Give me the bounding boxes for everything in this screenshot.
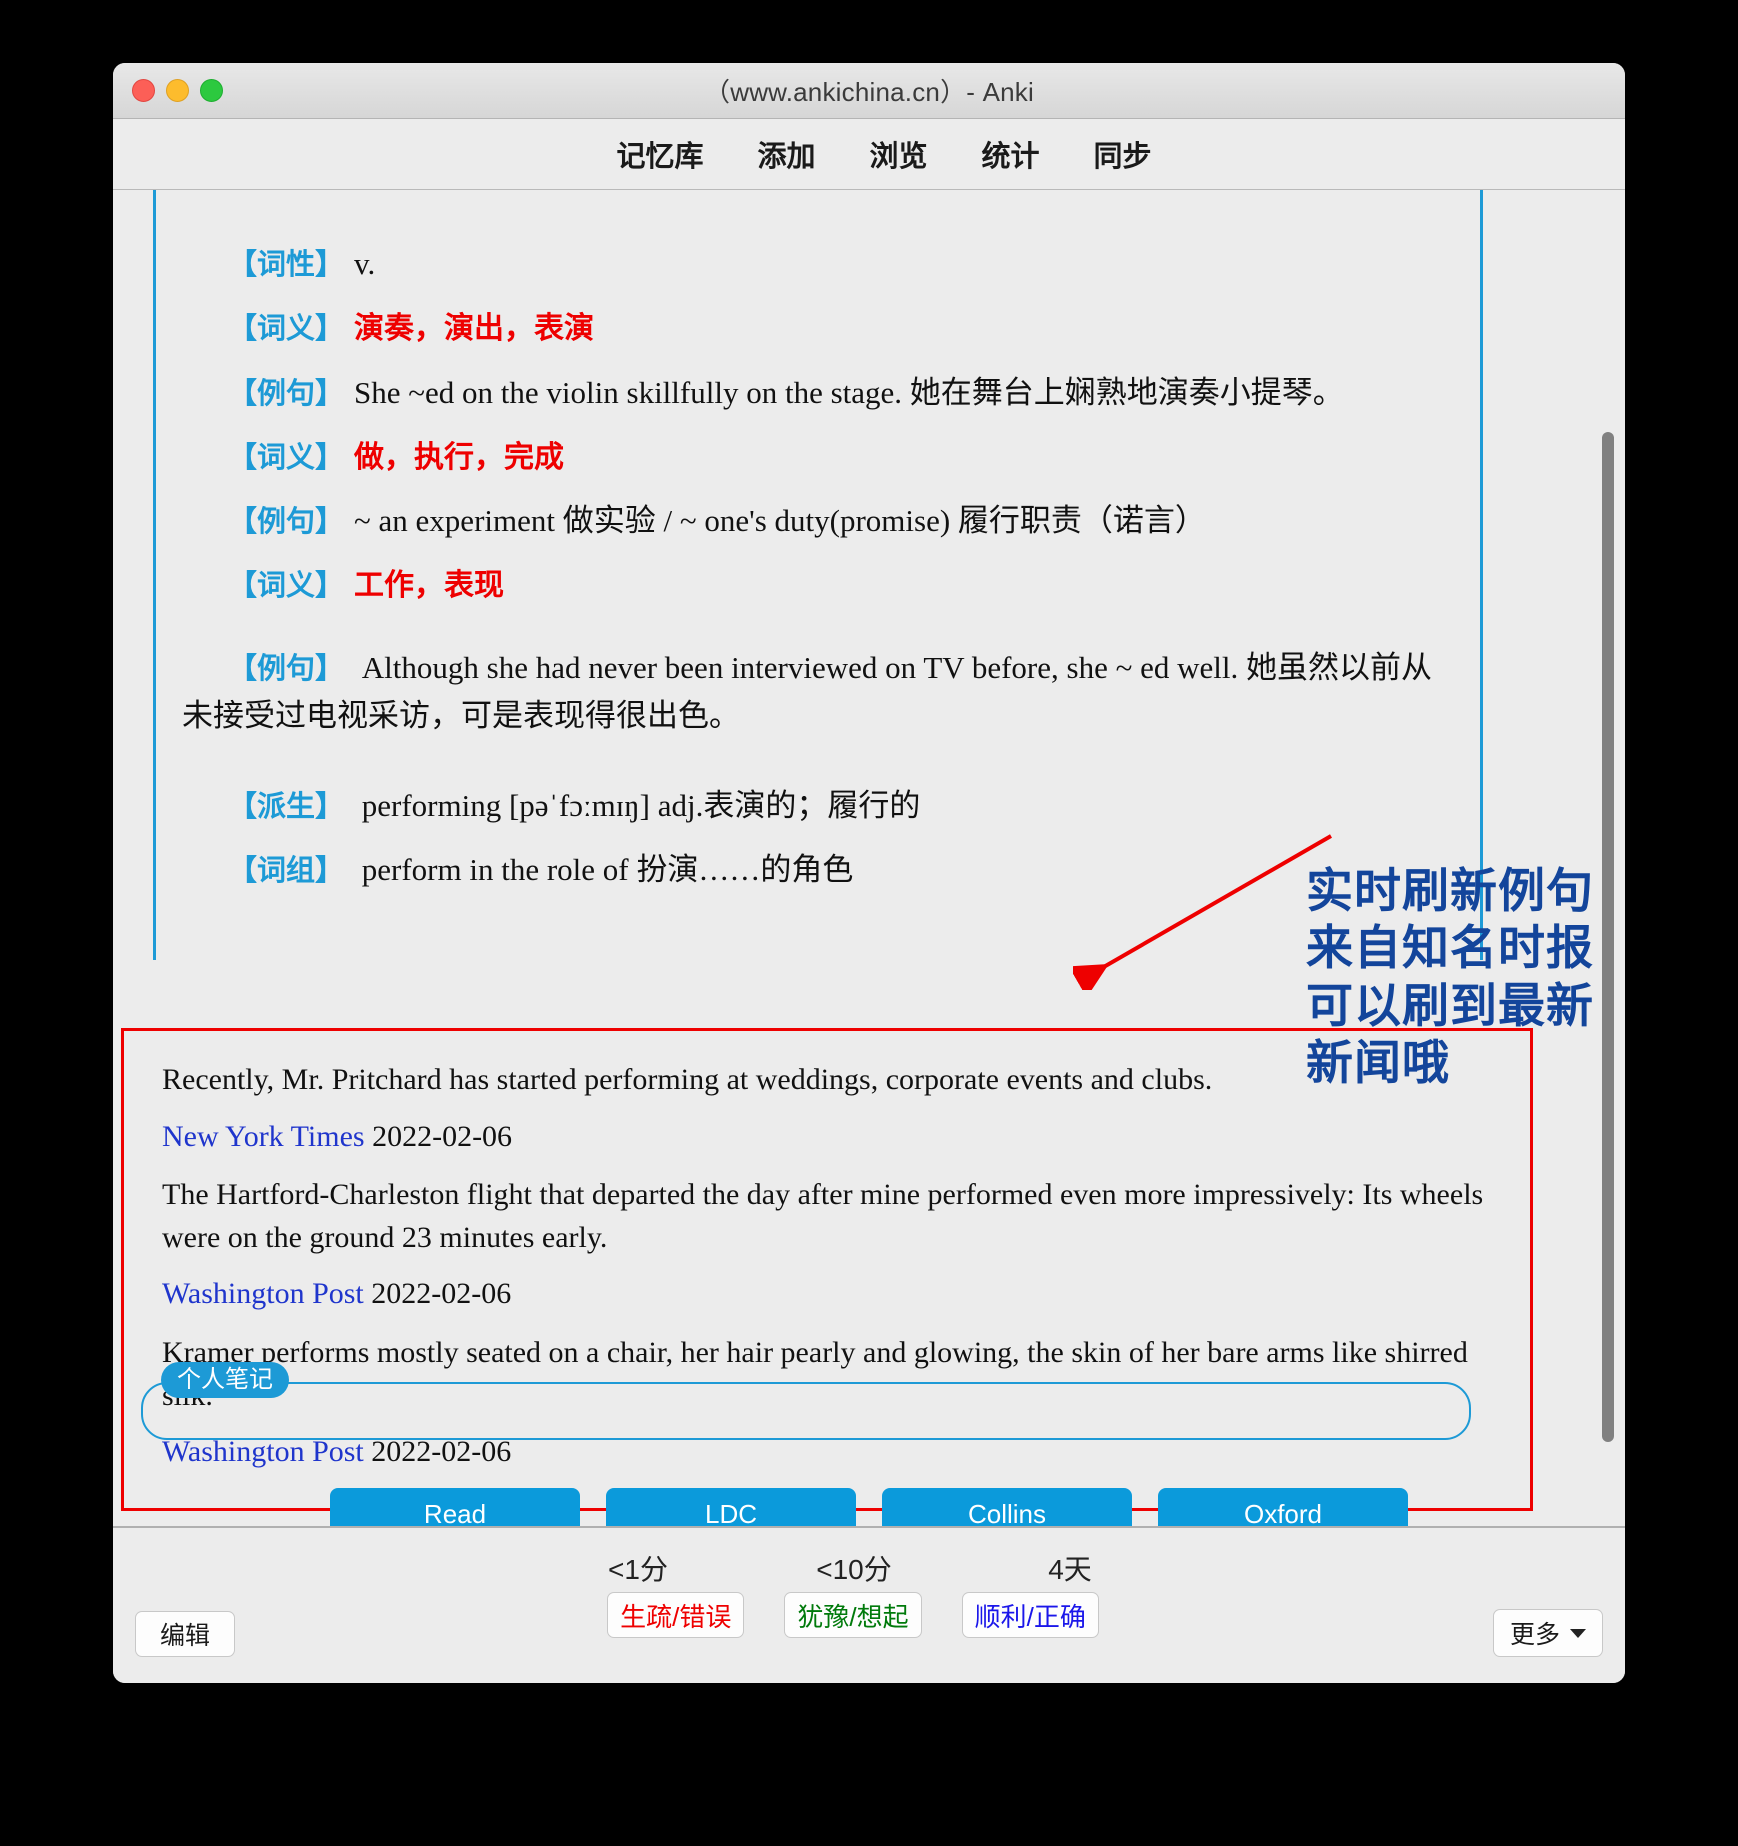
entry-row: 【词义】 做，执行，完成 xyxy=(228,425,1460,490)
main-nav: 记忆库 添加 浏览 统计 同步 xyxy=(113,119,1625,190)
news-source-name[interactable]: Washington Post xyxy=(162,1277,364,1310)
nav-browse[interactable]: 浏览 xyxy=(869,133,927,175)
entry-tag: 【词义】 xyxy=(228,441,345,474)
interval-hard: <10分 xyxy=(816,1554,892,1585)
news-source-name[interactable]: New York Times xyxy=(162,1120,365,1153)
entry-row: 【例句】 ~ an experiment 做实验 / ~ one's duty(p… xyxy=(228,489,1460,553)
nav-sync[interactable]: 同步 xyxy=(1094,133,1152,175)
entry-tag: 【词组】 xyxy=(228,854,345,887)
entry-tag: 【例句】 xyxy=(228,377,345,410)
nav-decks[interactable]: 记忆库 xyxy=(616,133,703,175)
chevron-down-icon xyxy=(1570,1628,1586,1638)
entry-row: 【派生】 performing [pəˈfɔːmɪŋ] adj.表演的；履行的 xyxy=(228,748,1460,838)
collins-button[interactable]: Collins xyxy=(882,1488,1132,1526)
answer-good-button[interactable]: 顺利/正确 xyxy=(961,1592,1099,1638)
scrollbar-thumb[interactable] xyxy=(1602,432,1614,1442)
title-bar: （www.ankichina.cn）- Anki xyxy=(113,63,1625,119)
news-sentence: Recently, Mr. Pritchard has started perf… xyxy=(162,1063,1213,1096)
entry-row: 【例句】 She ~ed on the violin skillfully on … xyxy=(228,361,1460,425)
entry-text: She ~ed on the violin skillfully on the … xyxy=(354,374,1344,410)
entry-tag: 【词义】 xyxy=(228,570,345,603)
content-scrollbar[interactable] xyxy=(1597,190,1619,1526)
news-source-line: New York Times 2022-02-06 xyxy=(162,1116,1504,1159)
annotation-line: 可以刷到最新 xyxy=(1306,978,1594,1032)
edit-button[interactable]: 编辑 xyxy=(135,1611,235,1657)
answer-buttons-row: 生疏/错误 犹豫/想起 顺利/正确 xyxy=(113,1592,1625,1638)
entry-tag: 【派生】 xyxy=(228,790,345,823)
news-date: 2022-02-06 xyxy=(371,1277,512,1311)
personal-notes-section: 个人笔记 xyxy=(141,1362,1471,1440)
entry-tag: 【词义】 xyxy=(228,313,345,346)
card-content-area: 【词性】 v. 【词义】 演奏，演出，表演 【例句】 She ~ed on the v… xyxy=(113,190,1625,1528)
interval-good: 4天 xyxy=(1048,1554,1092,1585)
nav-add[interactable]: 添加 xyxy=(757,133,815,175)
entry-text: 做，执行，完成 xyxy=(354,440,565,474)
entry-row: 【词性】 v. xyxy=(228,232,1460,296)
entry-tag: 【例句】 xyxy=(228,652,345,685)
entry-text: v. xyxy=(354,246,376,281)
entry-text: ~ an experiment 做实验 / ~ one's duty(promi… xyxy=(354,503,1206,539)
more-button[interactable]: 更多 xyxy=(1492,1609,1603,1657)
answer-again-button[interactable]: 生疏/错误 xyxy=(607,1592,745,1638)
anki-window: （www.ankichina.cn）- Anki 记忆库 添加 浏览 统计 同步… xyxy=(113,63,1625,1683)
answer-bar: <1分 <10分 4天 生疏/错误 犹豫/想起 顺利/正确 编辑 更多 xyxy=(113,1528,1625,1683)
news-source-line: Washington Post 2022-02-06 xyxy=(162,1273,1504,1316)
entry-text: performing [pəˈfɔːmɪŋ] adj.表演的；履行的 xyxy=(361,787,921,823)
news-source-name[interactable]: Washington Post xyxy=(162,1435,364,1468)
nav-stats[interactable]: 统计 xyxy=(982,133,1040,175)
ldc-button[interactable]: LDC xyxy=(606,1488,856,1526)
entry-text: perform in the role of 扮演……的角色 xyxy=(361,851,854,887)
interval-row: <1分 <10分 4天 xyxy=(113,1548,1625,1588)
personal-notes-field[interactable]: 个人笔记 xyxy=(141,1362,1471,1440)
entry-row: 【词组】 perform in the role of 扮演……的角色 xyxy=(228,838,1460,902)
dictionary-block: 【词性】 v. 【词义】 演奏，演出，表演 【例句】 She ~ed on the v… xyxy=(153,190,1483,960)
entry-row: 【词义】 演奏，演出，表演 xyxy=(228,296,1460,361)
entry-row: 【例句】 Although she had never been intervi… xyxy=(182,618,1460,748)
entry-text: 工作，表现 xyxy=(354,569,505,603)
window-title: （www.ankichina.cn）- Anki xyxy=(704,77,1034,107)
entry-text: 演奏，演出，表演 xyxy=(354,312,595,346)
news-date: 2022-02-06 xyxy=(372,1119,513,1153)
answer-hard-button[interactable]: 犹豫/想起 xyxy=(784,1592,922,1638)
more-button-label: 更多 xyxy=(1509,1621,1560,1649)
entry-row: 【词义】 工作，表现 xyxy=(228,553,1460,618)
personal-notes-label: 个人笔记 xyxy=(161,1362,289,1398)
news-sentence: The Hartford-Charleston flight that depa… xyxy=(162,1178,1484,1254)
oxford-button[interactable]: Oxford xyxy=(1158,1488,1408,1526)
interval-again: <1分 xyxy=(608,1554,668,1585)
entry-text: Although she had never been interviewed … xyxy=(182,649,1432,733)
news-date: 2022-02-06 xyxy=(371,1435,512,1469)
dictionary-tools-row: Read LDC Collins Oxford xyxy=(113,1488,1625,1526)
read-button[interactable]: Read xyxy=(330,1488,580,1526)
entry-tag: 【词性】 xyxy=(228,249,345,281)
entry-tag: 【例句】 xyxy=(228,506,345,539)
